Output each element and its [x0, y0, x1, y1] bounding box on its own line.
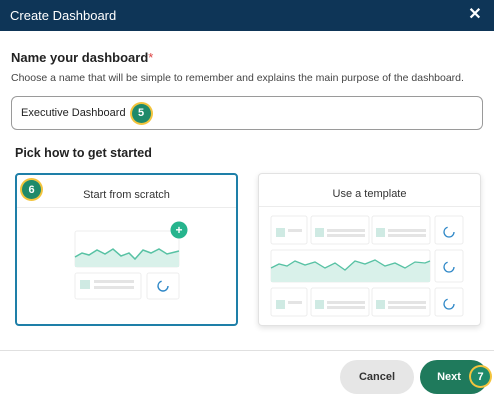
card-divider	[17, 207, 236, 208]
next-button-label[interactable]: Next	[437, 371, 461, 383]
dashboard-name-value[interactable]: Executive Dashboard	[21, 107, 126, 119]
dialog-title: Create Dashboard	[10, 8, 117, 23]
card-divider	[259, 206, 480, 207]
card-title: Use a template	[332, 188, 407, 200]
required-mark: *	[148, 50, 154, 65]
step-badge-7: 7	[471, 367, 490, 386]
next-button[interactable]: Next 7	[420, 360, 490, 394]
pick-label: Pick how to get started	[15, 146, 152, 160]
template-row-top	[270, 215, 464, 245]
dialog-titlebar: Create Dashboard ✕	[0, 0, 494, 31]
close-icon[interactable]: ✕	[466, 6, 484, 24]
scratch-illustration: +	[74, 221, 188, 300]
template-illustration	[270, 215, 464, 317]
use-template-card[interactable]: Use a template	[258, 173, 481, 326]
start-from-scratch-card[interactable]: 6 Start from scratch +	[15, 173, 238, 326]
list-widget-line	[94, 280, 134, 283]
name-label: Name your dashboard*	[11, 50, 153, 65]
step-badge-5: 5	[131, 103, 151, 123]
template-row-middle	[270, 249, 464, 283]
template-row-bottom	[270, 287, 464, 317]
gauge-widget	[146, 272, 180, 300]
plus-icon: +	[175, 223, 182, 237]
name-label-text: Name your dashboard	[11, 50, 149, 65]
cancel-button[interactable]: Cancel	[340, 360, 414, 394]
list-widget-line	[94, 286, 134, 289]
dashboard-name-input[interactable]: Executive Dashboard 5	[11, 96, 483, 130]
name-help-text: Choose a name that will be simple to rem…	[11, 72, 464, 84]
footer-divider	[0, 350, 494, 351]
list-widget-swatch	[80, 280, 90, 289]
card-title: Start from scratch	[83, 189, 170, 201]
